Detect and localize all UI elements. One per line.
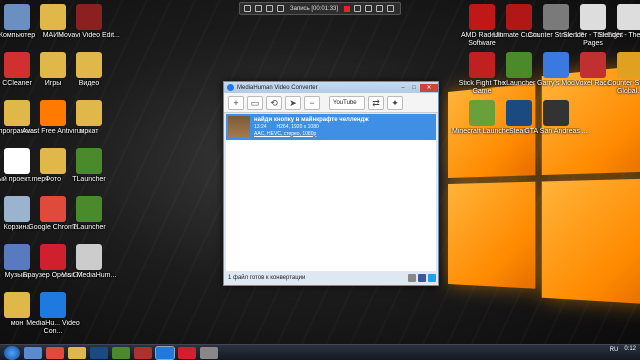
- start-button[interactable]: [4, 346, 20, 360]
- clock[interactable]: 0:12: [624, 346, 636, 353]
- stop-record-button[interactable]: [344, 6, 350, 12]
- mediahuman-window: MediaHuman Video Converter – □ ✕ + ▭ ⟲ ➤…: [223, 81, 439, 286]
- desktop-icon[interactable]: TLauncher: [56, 196, 122, 232]
- remove-button[interactable]: −: [304, 96, 320, 110]
- taskbar-steam-icon[interactable]: [90, 347, 108, 359]
- close-icon[interactable]: [387, 5, 394, 12]
- taskbar-folder-icon[interactable]: [68, 347, 86, 359]
- gta-icon: [543, 100, 569, 126]
- desktop-icon-label: GTA San Andreas ...: [523, 128, 589, 136]
- folder-icon: [76, 100, 102, 126]
- taskbar-opera-icon[interactable]: [178, 347, 196, 359]
- movavi-icon: [76, 4, 102, 30]
- folder-icon: [76, 52, 102, 78]
- desktop-icon[interactable]: Movavi Video Edit...: [56, 4, 122, 40]
- send-button[interactable]: ➤: [285, 96, 301, 110]
- facebook-icon[interactable]: [418, 274, 426, 282]
- video-title: найди кнопку в майнкрафте челлендж: [254, 117, 369, 124]
- desktop-icon-label: Counter-Strike Global...: [597, 80, 640, 96]
- taskbar-mediahuman-icon[interactable]: [156, 347, 174, 359]
- desktop-icon[interactable]: MediaHu... Video Con...: [20, 292, 86, 336]
- desktop-icon[interactable]: Visit MediaHum...: [56, 244, 122, 280]
- desktop-icon[interactable]: мркат: [56, 100, 122, 136]
- language-indicator[interactable]: RU: [610, 347, 619, 353]
- taskbar-app-icon[interactable]: [134, 347, 152, 359]
- screen-recorder-toolbar: Запись [00:01:33]: [239, 2, 401, 15]
- desktop-icon-label: Visit MediaHum...: [56, 272, 122, 280]
- app-icon: [227, 84, 234, 91]
- microphone-icon: [76, 244, 102, 270]
- twitter-icon[interactable]: [428, 274, 436, 282]
- desktop-icon-label: Movavi Video Edit...: [56, 32, 122, 40]
- file-list: найди кнопку в майнкрафте челлендж 13:24…: [226, 114, 436, 271]
- app-toolbar: + ▭ ⟲ ➤ − YouTube ⇄ ✦: [224, 93, 438, 113]
- minecraft-icon: [76, 196, 102, 222]
- region-icon[interactable]: [255, 5, 262, 12]
- video-duration: 13:24: [254, 124, 267, 131]
- slender-icon: [617, 4, 640, 30]
- desktop-icon-label: TLauncher: [56, 176, 122, 184]
- window-titlebar[interactable]: MediaHuman Video Converter – □ ✕: [224, 82, 438, 93]
- settings-icon[interactable]: [277, 5, 284, 12]
- desktop-icon[interactable]: TLauncher: [56, 148, 122, 184]
- convert-button[interactable]: ⇄: [368, 96, 384, 110]
- minimize-button[interactable]: –: [398, 84, 408, 92]
- screenshot-icon[interactable]: [365, 5, 372, 12]
- pause-icon[interactable]: [354, 5, 361, 12]
- settings-button[interactable]: ✦: [387, 96, 403, 110]
- taskbar-minecraft-icon[interactable]: [112, 347, 130, 359]
- desktop-icon-label: TLauncher: [56, 224, 122, 232]
- add-folder-button[interactable]: ▭: [247, 96, 263, 110]
- maximize-button[interactable]: □: [409, 84, 419, 92]
- draw-icon[interactable]: [376, 5, 383, 12]
- system-tray: RU 0:12: [610, 346, 636, 353]
- status-text: 1 файл готов к конвертации: [228, 275, 305, 281]
- desktop-icon[interactable]: Видео: [56, 52, 122, 88]
- video-codec: H264, 1920 x 1080: [277, 124, 319, 131]
- taskbar-explorer-icon[interactable]: [24, 347, 42, 359]
- taskbar-chrome-icon[interactable]: [46, 347, 64, 359]
- taskbar-recorder-icon[interactable]: [200, 347, 218, 359]
- list-item[interactable]: найди кнопку в майнкрафте челлендж 13:24…: [226, 114, 436, 140]
- desktop-icon-label: Видео: [56, 80, 122, 88]
- lock-icon[interactable]: [408, 274, 416, 282]
- close-button[interactable]: ✕: [420, 84, 438, 92]
- window-title: MediaHuman Video Converter: [237, 85, 318, 91]
- desktop-icon[interactable]: Counter-Strike Global...: [597, 52, 640, 96]
- window-icon[interactable]: [244, 5, 251, 12]
- link-button[interactable]: ⟲: [266, 96, 282, 110]
- recording-status: Запись [00:01:33]: [290, 6, 338, 12]
- output-format-link[interactable]: AAC, HEVC, стерео, 1080p: [254, 131, 369, 138]
- minecraft-icon: [76, 148, 102, 174]
- desktop-icon[interactable]: Slender - The Arrival: [597, 4, 640, 40]
- mediahuman-icon: [40, 292, 66, 318]
- desktop-icon-label: мркат: [56, 128, 122, 136]
- camera-icon[interactable]: [266, 5, 273, 12]
- add-file-button[interactable]: +: [228, 96, 244, 110]
- taskbar: RU 0:12: [0, 344, 640, 360]
- csgo-icon: [617, 52, 640, 78]
- video-thumbnail: [228, 116, 250, 138]
- format-select[interactable]: YouTube: [329, 96, 365, 110]
- desktop-icon[interactable]: GTA San Andreas ...: [523, 100, 589, 136]
- status-bar: 1 файл готов к конвертации: [226, 272, 436, 283]
- desktop-icon-label: Slender - The Arrival: [597, 32, 640, 40]
- desktop-icon-label: MediaHu... Video Con...: [20, 320, 86, 336]
